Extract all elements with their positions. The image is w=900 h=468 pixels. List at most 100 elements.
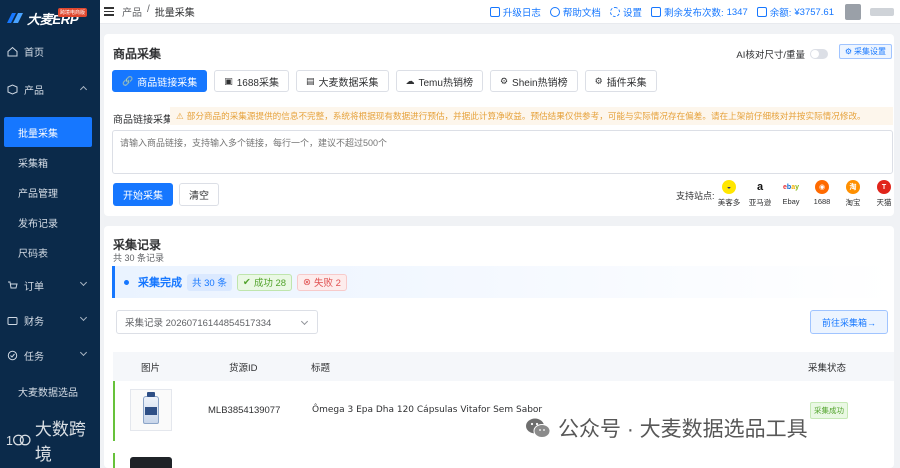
site-mercadolibre[interactable]: ◒ 美客多 (716, 180, 742, 208)
help-label: 帮助文档 (562, 8, 601, 19)
wallet-icon (756, 7, 767, 17)
site-taobao[interactable]: 淘 淘宝 (840, 180, 866, 208)
tab-label: Temu热销榜 (418, 77, 473, 89)
sidebar-item-product-manage[interactable]: 产品管理 (0, 177, 100, 207)
tab-damai-collect[interactable]: ▤ 大麦数据采集 (295, 70, 389, 92)
ai-check-toggle[interactable]: AI核对尺寸/重量 (736, 47, 828, 61)
tab-label: 商品链接采集 (137, 77, 198, 89)
sidebar-item-orders[interactable]: 订单 (0, 269, 100, 301)
sidebar-item-tasks[interactable]: 任务 (0, 339, 100, 371)
ai-check-label: AI核对尺寸/重量 (736, 50, 805, 61)
record-select-value: 采集记录 20260716144854517334 (125, 318, 272, 329)
table-row-partial[interactable] (113, 453, 894, 468)
remaining-label: 剩余发布次数: (663, 8, 724, 19)
column-header-source-id: 货源ID (229, 362, 258, 374)
record-select[interactable]: 采集记录 20260716144854517334 (116, 310, 318, 334)
tab-1688-collect[interactable]: ▣ 1688采集 (214, 70, 289, 92)
start-collect-button[interactable]: 开始采集 (113, 183, 173, 206)
close-circle-icon: ⊗ (303, 276, 312, 288)
link-icon: 🔗 (122, 75, 134, 86)
product-thumbnail[interactable] (130, 389, 172, 431)
settings-link[interactable]: 设置 (609, 5, 642, 19)
success-chip-label: 成功 28 (253, 278, 287, 289)
warning-icon: ⚠ (176, 110, 184, 121)
total-chip: 共 30 条 (187, 273, 232, 291)
records-count: 共 30 条记录 (113, 253, 165, 263)
tab-label: 1688采集 (236, 77, 279, 89)
balance: 余额: ¥3757.61 (756, 5, 834, 19)
collect-settings-button[interactable]: ⚙ 采集设置 (838, 44, 892, 59)
remaining-publishes: 剩余发布次数: 1347 (650, 5, 748, 19)
product-thumbnail[interactable] (130, 457, 172, 468)
site-tmall[interactable]: T 天猫 (871, 180, 897, 208)
table-header: 图片 货源ID 标题 采集状态 (113, 352, 894, 381)
breadcrumb-item-current: 批量采集 (154, 8, 195, 19)
sidebar-item-size-chart[interactable]: 尺码表 (0, 237, 100, 267)
tab-shein-hot[interactable]: ⚙ Shein热销榜 (489, 70, 578, 92)
column-header-status: 采集状态 (808, 362, 847, 374)
notice-text: 部分商品的采集源提供的信息不完整，系统将根据现有数据进行预估，并据此计算净收益。… (186, 111, 866, 121)
help-icon (549, 7, 560, 17)
changelog-label: 升级日志 (502, 8, 541, 19)
sidebar-item-batch-collect[interactable]: 批量采集 (4, 117, 92, 147)
tab-label: Shein热销榜 (512, 77, 568, 89)
watermark-right-text: 公众号 · 大麦数据选品工具 (558, 418, 808, 441)
user-name[interactable] (870, 8, 894, 16)
collect-title: 商品采集 (113, 47, 162, 61)
avatar[interactable] (845, 4, 861, 20)
site-label: 美客多 (717, 198, 741, 207)
breadcrumb-item-product[interactable]: 产品 (122, 4, 142, 19)
site-label: Ebay (782, 197, 800, 206)
collect-status-bar: 采集完成 共 30 条 ✔ 成功 28 ⊗ 失败 2 (112, 266, 894, 298)
top-header: 产品 / 批量采集 升级日志 帮助文档 设置 剩余发布次数: 1347 余额: … (100, 0, 900, 24)
gear-icon: ⚙ (499, 75, 509, 86)
clear-button[interactable]: 清空 (179, 183, 219, 206)
collect-settings-label: 采集设置 (854, 47, 886, 56)
sidebar-item-home[interactable]: 首页 (0, 35, 100, 67)
success-chip: ✔ 成功 28 (236, 273, 293, 291)
chevron-down-icon (79, 313, 88, 322)
sidebar-item-product[interactable]: 产品 (0, 73, 100, 105)
logo[interactable]: 大麦ERP 跨境电商版 (0, 0, 100, 36)
changelog-link[interactable]: 升级日志 (489, 5, 541, 19)
sidebar-item-publish-records[interactable]: 发布记录 (0, 207, 100, 237)
sidebar-item-finance[interactable]: 财务 (0, 304, 100, 336)
chevron-down-icon (79, 348, 88, 357)
sidebar-item-damai-data[interactable]: 大麦数据选品 (0, 376, 100, 406)
logo-icon (7, 13, 23, 23)
help-link[interactable]: 帮助文档 (549, 5, 601, 19)
site-amazon[interactable]: a 亚马逊 (747, 180, 773, 208)
site-label: 亚马逊 (748, 198, 772, 207)
tab-temu-hot[interactable]: ☁ Temu热销榜 (395, 70, 483, 92)
box-icon (7, 83, 18, 95)
goto-collect-box-button[interactable]: 前往采集箱→ (810, 310, 888, 334)
site-label: 天猫 (876, 198, 892, 207)
watermark-logo-icon: 1 (6, 434, 31, 448)
logo-badge: 跨境电商版 (58, 8, 88, 17)
cart-icon (7, 280, 18, 291)
column-header-title: 标题 (311, 362, 331, 374)
site-1688[interactable]: ◉ 1688 (809, 180, 835, 208)
sidebar-item-label: 财务 (24, 316, 44, 328)
tab-link-collect[interactable]: 🔗 商品链接采集 (112, 70, 208, 92)
tab-plugin-collect[interactable]: ⚙ 插件采集 (584, 70, 657, 92)
site-label: 1688 (813, 197, 831, 206)
collect-tabs: 🔗 商品链接采集 ▣ 1688采集 ▤ 大麦数据采集 ☁ Temu热销榜 ⚙ S… (112, 70, 657, 92)
sidebar-item-collect-box[interactable]: 采集箱 (0, 147, 100, 177)
menu-toggle-icon[interactable] (104, 7, 114, 16)
svg-text:1: 1 (6, 434, 13, 448)
link-input[interactable] (112, 130, 893, 174)
ai-check-switch[interactable] (810, 49, 828, 59)
task-icon (7, 350, 18, 361)
source-id-cell[interactable]: MLB3854139077 (208, 405, 280, 416)
calendar-icon (650, 7, 661, 17)
amazon-icon: a (753, 180, 767, 194)
total-chip-label: 共 30 条 (192, 278, 227, 289)
link-collect-label: 商品链接采集 (113, 115, 173, 126)
site-ebay[interactable]: ebay Ebay (778, 180, 804, 208)
balance-value: ¥3757.61 (794, 6, 834, 18)
title-cell[interactable]: Ômega 3 Epa Dha 120 Cápsulas Vitafor Sem… (312, 405, 542, 415)
database-icon: ▤ (305, 75, 315, 86)
mercadolibre-icon: ◒ (722, 180, 736, 194)
sidebar: 大麦ERP 跨境电商版 首页 产品 批量采集 采集箱 产品管理 发布记录 尺码表… (0, 0, 100, 468)
